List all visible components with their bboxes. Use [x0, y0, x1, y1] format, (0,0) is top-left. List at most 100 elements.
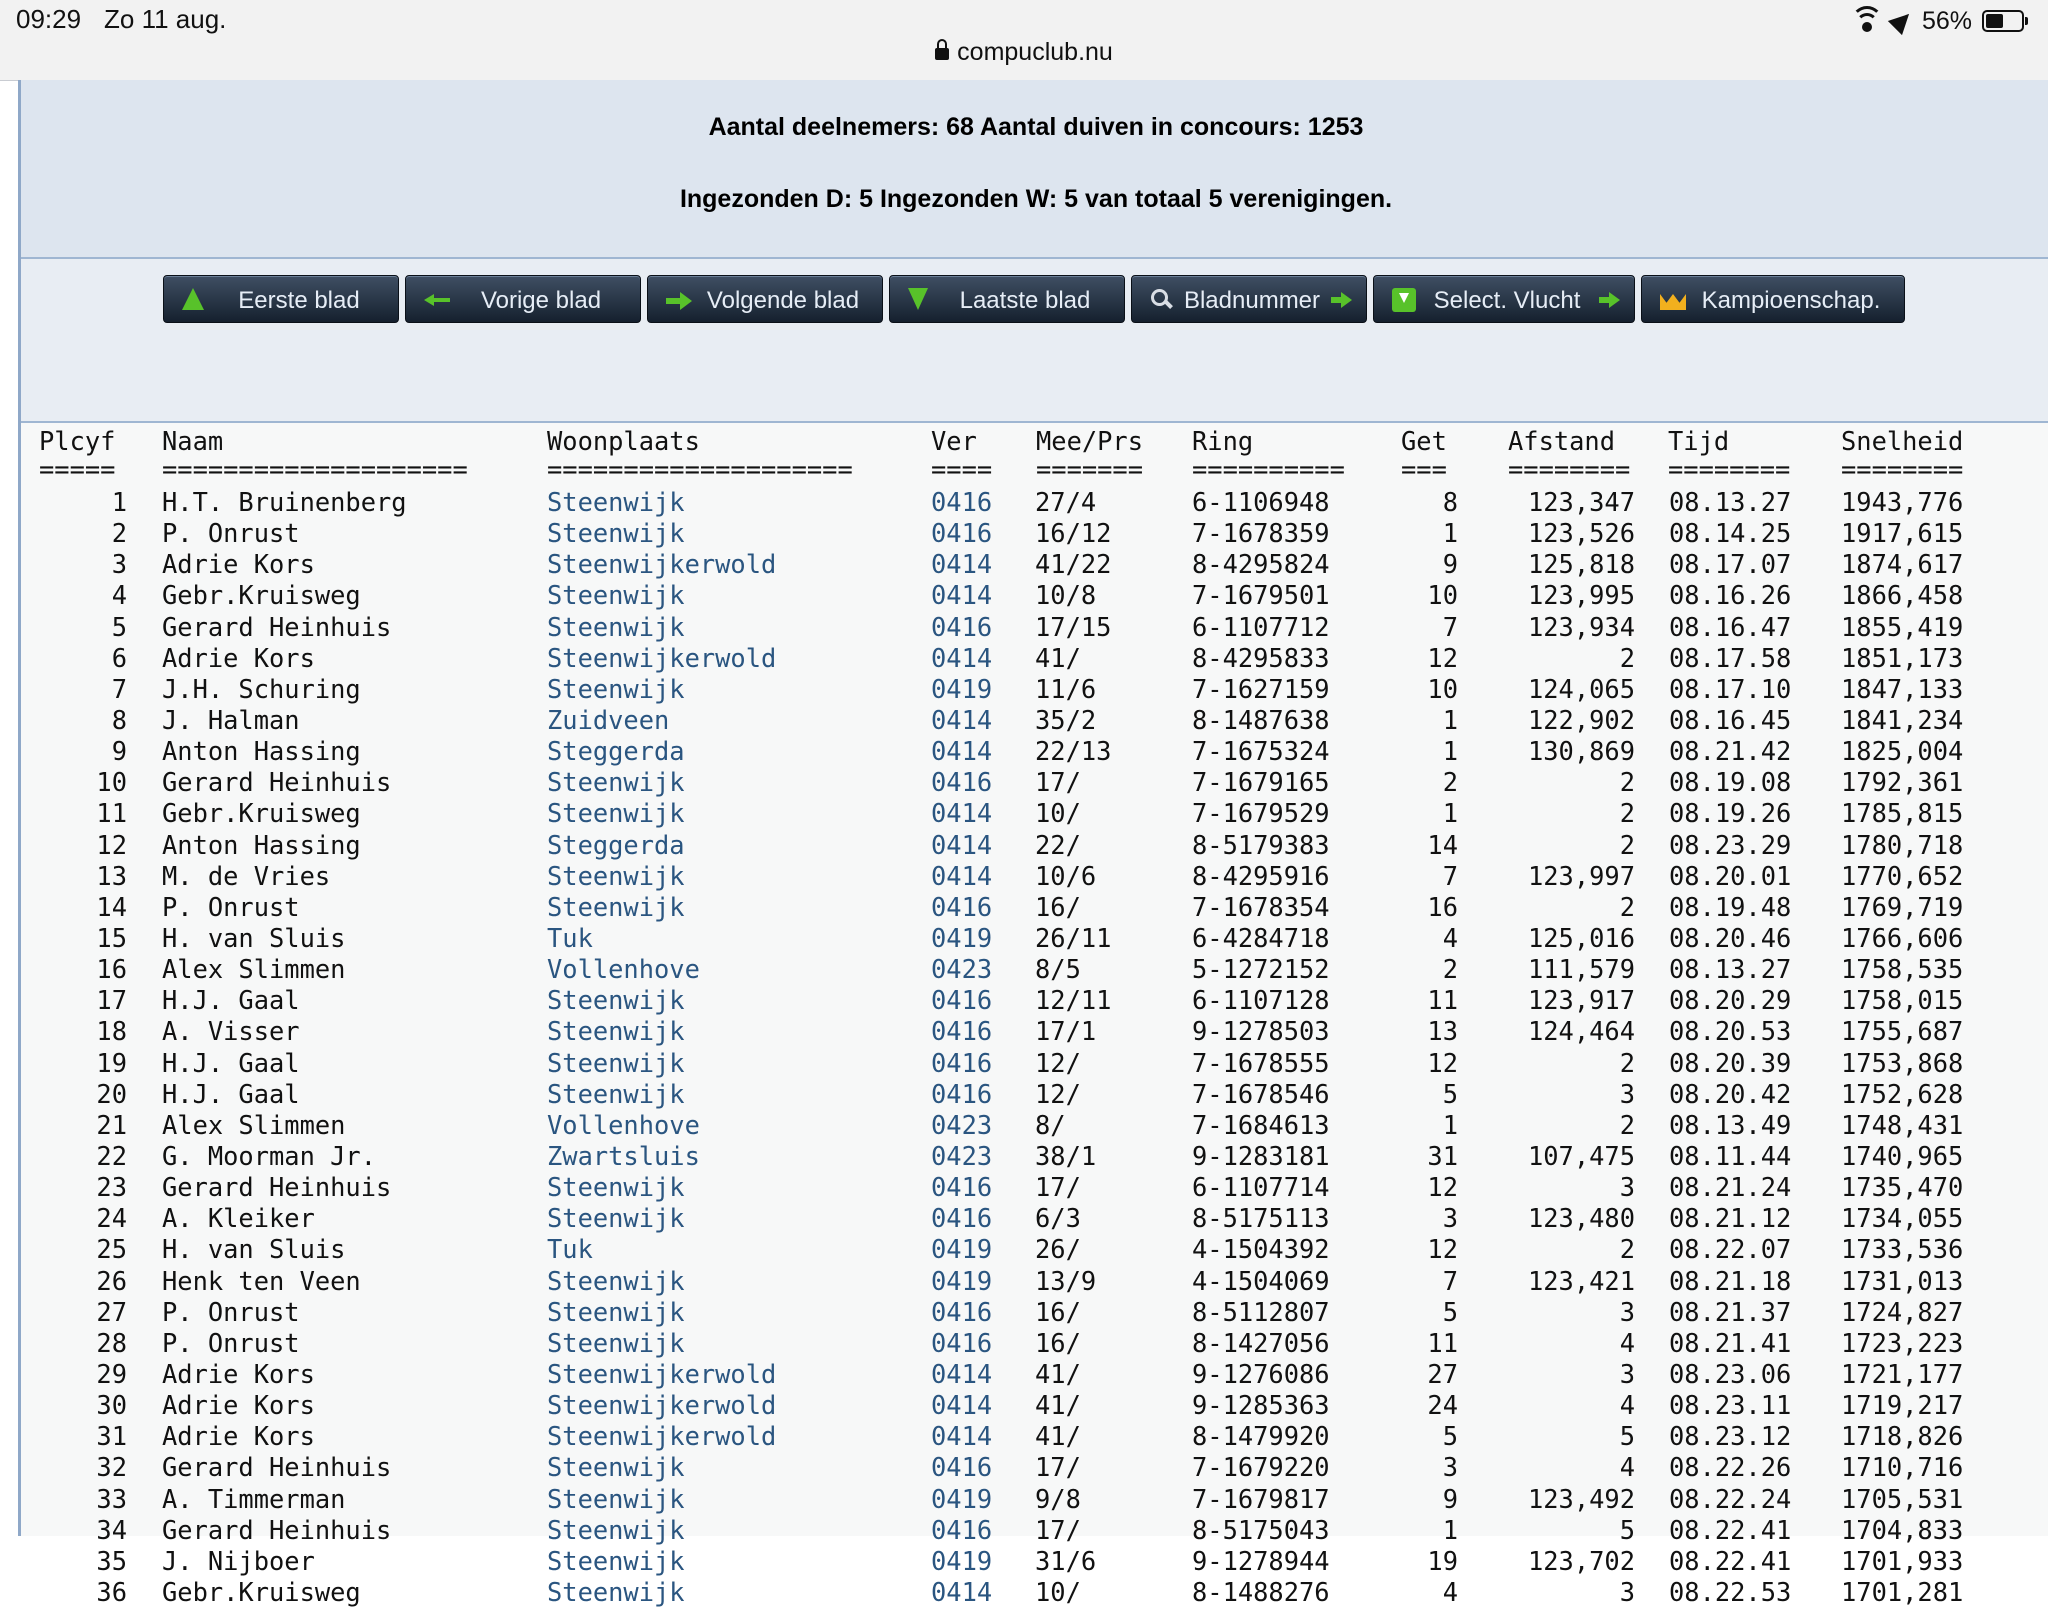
cell-distance: 3: [1619, 1172, 1635, 1203]
cell-speed: 1766,606: [1841, 922, 1964, 953]
previous-page-button[interactable]: Vorige blad: [405, 275, 641, 323]
cell-club[interactable]: 0416: [931, 767, 992, 798]
cell-speed: 1758,015: [1841, 985, 1964, 1016]
cell-club[interactable]: 0419: [931, 1266, 992, 1297]
cell-club[interactable]: 0416: [931, 1079, 992, 1110]
cell-town[interactable]: Steenwijk: [547, 1266, 685, 1297]
cell-club[interactable]: 0423: [931, 954, 992, 985]
cell-town[interactable]: Steenwijk: [547, 1297, 685, 1328]
cell-town[interactable]: Steenwijkerwold: [547, 1359, 776, 1390]
cell-ring: 7-1678359: [1192, 518, 1330, 549]
cell-entries: 16/: [1035, 1296, 1081, 1327]
cell-club[interactable]: 0414: [931, 1421, 992, 1452]
cell-club[interactable]: 0414: [931, 549, 992, 580]
cell-club[interactable]: 0414: [931, 643, 992, 674]
cell-town[interactable]: Vollenhove: [547, 954, 700, 985]
championship-button[interactable]: Kampioenschap.: [1641, 275, 1905, 323]
cell-town[interactable]: Steenwijk: [547, 892, 685, 923]
cell-town[interactable]: Steenwijk: [547, 674, 685, 705]
cell-town[interactable]: Steenwijk: [547, 1577, 685, 1608]
cell-club[interactable]: 0416: [931, 1016, 992, 1047]
cell-town[interactable]: Steenwijk: [547, 985, 685, 1016]
cell-town[interactable]: Steenwijk: [547, 798, 685, 829]
cell-club[interactable]: 0416: [931, 1515, 992, 1546]
cell-town[interactable]: Steenwijk: [547, 580, 685, 611]
cell-club[interactable]: 0416: [931, 1048, 992, 1079]
address-bar[interactable]: compuclub.nu: [0, 38, 2048, 67]
cell-town[interactable]: Steenwijk: [547, 1515, 685, 1546]
last-page-button[interactable]: Laatste blad: [889, 275, 1125, 323]
cell-town[interactable]: Steenwijkerwold: [547, 643, 776, 674]
cell-entries: 35/2: [1035, 704, 1097, 735]
cell-club[interactable]: 0419: [931, 1234, 992, 1265]
cell-club[interactable]: 0414: [931, 580, 992, 611]
cell-town[interactable]: Steenwijkerwold: [547, 1421, 776, 1452]
cell-club[interactable]: 0414: [931, 1577, 992, 1608]
cell-club[interactable]: 0419: [931, 923, 992, 954]
cell-club[interactable]: 0416: [931, 518, 992, 549]
cell-ring: 8-5175043: [1192, 1514, 1330, 1545]
cell-town[interactable]: Zuidveen: [547, 705, 669, 736]
cell-club[interactable]: 0416: [931, 1328, 992, 1359]
first-page-button[interactable]: Eerste blad: [163, 275, 399, 323]
cell-town[interactable]: Steenwijkerwold: [547, 1390, 776, 1421]
cell-club[interactable]: 0416: [931, 612, 992, 643]
cell-town[interactable]: Vollenhove: [547, 1110, 700, 1141]
cell-town[interactable]: Steenwijk: [547, 1203, 685, 1234]
cell-rank: 4: [111, 580, 127, 611]
cell-town[interactable]: Steggerda: [547, 830, 685, 861]
cell-club[interactable]: 0419: [931, 1546, 992, 1577]
cell-town[interactable]: Tuk: [547, 1234, 593, 1265]
cell-town[interactable]: Steenwijk: [547, 1079, 685, 1110]
cell-club[interactable]: 0416: [931, 1203, 992, 1234]
cell-club[interactable]: 0423: [931, 1141, 992, 1172]
cell-club[interactable]: 0419: [931, 1484, 992, 1515]
cell-rank: 5: [111, 611, 127, 642]
cell-club[interactable]: 0414: [931, 798, 992, 829]
cell-club[interactable]: 0416: [931, 985, 992, 1016]
cell-town[interactable]: Steenwijk: [547, 1328, 685, 1359]
cell-town[interactable]: Steenwijk: [547, 767, 685, 798]
cell-club[interactable]: 0414: [931, 705, 992, 736]
cell-club[interactable]: 0423: [931, 1110, 992, 1141]
cell-town[interactable]: Steenwijk: [547, 1546, 685, 1577]
cell-club[interactable]: 0414: [931, 736, 992, 767]
nav-buttons: Eerste blad Vorige blad Volgende blad La…: [163, 275, 1905, 323]
cell-town[interactable]: Steenwijk: [547, 518, 685, 549]
cell-time: 08.19.48: [1669, 891, 1792, 922]
cell-time: 08.20.42: [1669, 1078, 1792, 1109]
cell-club[interactable]: 0416: [931, 487, 992, 518]
cell-club[interactable]: 0416: [931, 892, 992, 923]
cell-distance: 123,917: [1527, 985, 1635, 1016]
cell-club[interactable]: 0416: [931, 1297, 992, 1328]
cell-club[interactable]: 0414: [931, 830, 992, 861]
cell-club[interactable]: 0414: [931, 1390, 992, 1421]
cell-town[interactable]: Steenwijk: [547, 1452, 685, 1483]
cell-name: P. Onrust: [162, 891, 300, 922]
cell-town[interactable]: Steenwijk: [547, 1048, 685, 1079]
cell-town[interactable]: Steenwijk: [547, 1016, 685, 1047]
cell-town[interactable]: Steenwijk: [547, 487, 685, 518]
cell-time: 08.17.07: [1669, 549, 1792, 580]
select-flight-button[interactable]: Select. Vlucht: [1373, 275, 1635, 323]
cell-entries: 41/: [1035, 1421, 1081, 1452]
cell-town[interactable]: Zwartsluis: [547, 1141, 700, 1172]
page-number-button[interactable]: Bladnummer: [1131, 275, 1367, 323]
cell-rank: 10: [96, 767, 127, 798]
cell-town[interactable]: Steenwijkerwold: [547, 549, 776, 580]
cell-town[interactable]: Steenwijk: [547, 1484, 685, 1515]
cell-club[interactable]: 0414: [931, 861, 992, 892]
cell-club[interactable]: 0414: [931, 1359, 992, 1390]
cell-entries: 13/9: [1035, 1265, 1097, 1296]
cell-town[interactable]: Steggerda: [547, 736, 685, 767]
cell-entries: 26/: [1035, 1234, 1081, 1265]
cell-entries: 9/8: [1035, 1483, 1081, 1514]
cell-town[interactable]: Tuk: [547, 923, 593, 954]
cell-club[interactable]: 0416: [931, 1172, 992, 1203]
next-page-button[interactable]: Volgende blad: [647, 275, 883, 323]
cell-club[interactable]: 0416: [931, 1452, 992, 1483]
cell-town[interactable]: Steenwijk: [547, 612, 685, 643]
cell-club[interactable]: 0419: [931, 674, 992, 705]
cell-town[interactable]: Steenwijk: [547, 861, 685, 892]
cell-town[interactable]: Steenwijk: [547, 1172, 685, 1203]
